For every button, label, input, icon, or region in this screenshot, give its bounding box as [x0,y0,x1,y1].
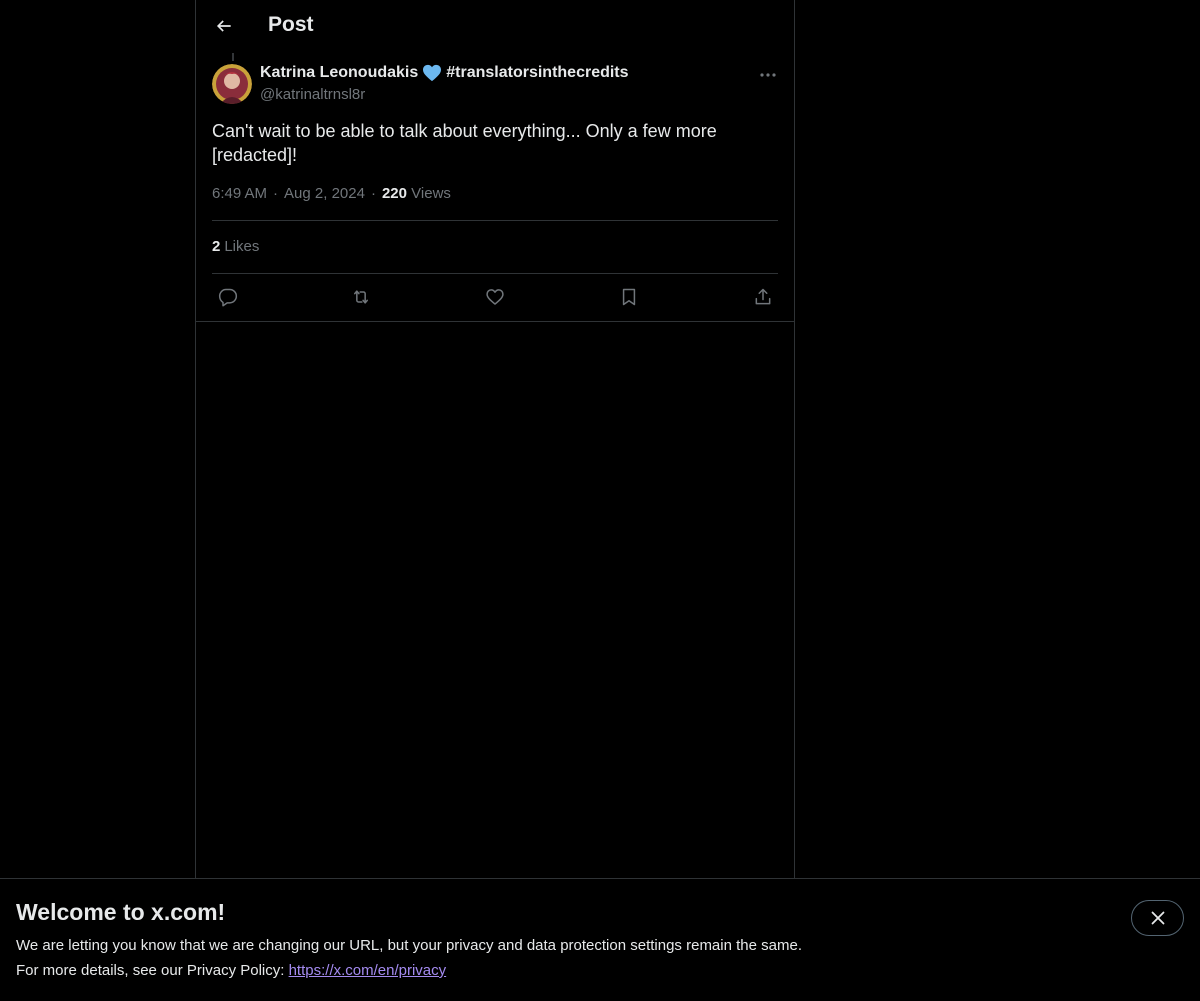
page-title: Post [268,13,314,36]
repost-button[interactable] [345,281,377,313]
reply-icon [218,288,238,307]
repost-icon [354,290,368,304]
views-count: 220 [381,185,407,202]
views-label: Views [411,185,451,202]
author-name[interactable]: Katrina Leonoudakis [260,64,418,82]
likes-label: Likes [224,238,260,255]
divider [212,273,778,274]
share-icon [755,288,771,305]
bookmark-button[interactable] [613,281,645,313]
privacy-policy-link[interactable]: https://x.com/en/privacy [289,962,447,979]
reply-button[interactable] [212,281,244,313]
banner-title: Welcome to x.com! [16,899,226,925]
avatar-image [212,64,252,104]
banner-details: For more details, see our Privacy Policy… [16,962,446,979]
divider [196,321,794,322]
post-meta: 6:49 AM · Aug 2, 2024 · 220 Views [212,185,451,202]
thread-line [232,53,234,61]
meta-separator: · [370,185,376,202]
blue-heart-icon [423,64,442,82]
back-button[interactable] [207,9,241,43]
post-time[interactable]: 6:49 AM [212,185,267,202]
bookmark-icon [622,288,636,306]
close-icon [1151,911,1164,925]
author-handle[interactable]: @katrinaltrnsl8r [260,86,365,103]
likes-count: 2 [212,238,221,255]
post-text: Can't wait to be able to talk about ever… [212,121,717,165]
likes-link[interactable]: 2 Likes [212,238,259,255]
more-icon [760,73,776,77]
header: Post [196,0,794,53]
post-column: Post Katrina Leonoudakis #translatorsint… [195,0,795,878]
author-line[interactable]: Katrina Leonoudakis #translatorsinthecre… [260,64,629,82]
url-change-banner: Welcome to x.com! We are letting you kno… [0,878,1200,1001]
like-icon [486,289,504,305]
avatar[interactable] [212,64,252,104]
close-banner-button[interactable] [1131,900,1184,936]
author-hashtag[interactable]: #translatorsinthecredits [446,64,628,82]
meta-separator: · [273,185,279,202]
action-bar [212,281,778,313]
post-date[interactable]: Aug 2, 2024 [284,185,365,202]
banner-message: We are letting you know that we are chan… [16,937,802,954]
share-button[interactable] [747,281,779,313]
more-options-button[interactable] [756,64,780,86]
arrow-left-icon [216,20,231,32]
divider [212,220,778,221]
banner-details-prefix: For more details, see our Privacy Policy… [16,962,289,979]
like-button[interactable] [479,281,511,313]
